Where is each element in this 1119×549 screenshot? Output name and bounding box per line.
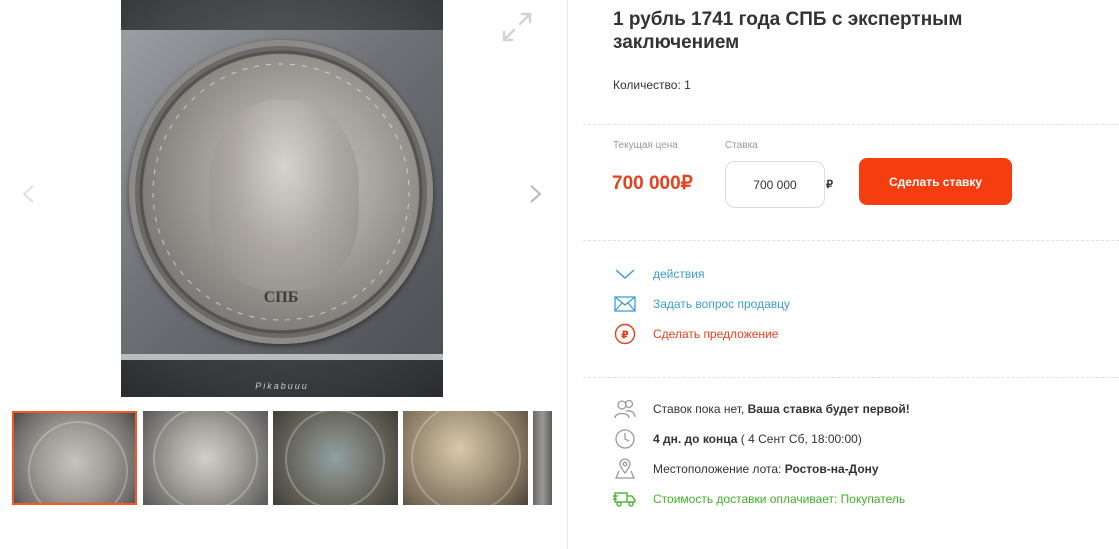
coin-mint-mark: СПБ [264,289,299,306]
current-price-label: Текущая цена [613,140,678,151]
lot-location: Местоположение лота: Ростов-на-Дону [653,462,879,476]
time-remaining: 4 дн. до конца ( 4 Сент Сб, 18:00:00) [653,432,862,446]
thumbnail-strip [12,411,552,506]
time-info: 4 дн. до конца ( 4 Сент Сб, 18:00:00) [612,427,862,451]
ask-seller-link[interactable]: Задать вопрос продавцу [612,293,790,315]
next-photo-arrow-icon[interactable] [524,183,546,205]
panel-divider [567,0,568,549]
users-icon [612,397,638,421]
location-info: Местоположение лота: Ростов-на-Дону [612,457,879,481]
truck-icon [612,487,638,511]
thumbnail-3[interactable] [273,411,398,505]
delivery-payer: Стоимость доставки оплачивает: Покупател… [653,492,906,506]
make-offer-link[interactable]: ₽ Сделать предложение [612,323,778,345]
main-photo[interactable]: СПБ Pikabuuu [121,0,443,397]
lot-title: 1 рубль 1741 года СПБ с экспертным заклю… [613,9,963,53]
chevron-down-icon [612,263,638,285]
fullscreen-icon[interactable] [500,10,534,44]
bids-info: Ставок пока нет, Ваша ставка будет перво… [612,397,910,421]
thumbnail-2[interactable] [143,411,268,505]
thumbnail-1[interactable] [12,411,137,505]
divider [583,124,1119,125]
bid-label: Ставка [725,140,758,151]
svg-text:₽: ₽ [621,329,629,342]
coin-image: СПБ [129,40,433,344]
photo-watermark: Pikabuuu [255,381,309,391]
actions-dropdown[interactable]: действия [612,263,704,285]
ruble-circle-icon: ₽ [612,323,638,345]
divider [583,240,1119,241]
map-pin-icon [612,457,638,481]
clock-icon [612,427,638,451]
current-price: 700 000₽ [612,173,693,194]
bid-currency: ₽ [826,179,833,191]
thumbnail-4[interactable] [403,411,528,505]
delivery-info: Стоимость доставки оплачивает: Покупател… [612,487,905,511]
thumbnail-5[interactable] [533,411,552,505]
coin-legend: СПБ [139,50,423,334]
make-offer-label: Сделать предложение [653,327,779,341]
bid-amount-input[interactable] [725,161,825,208]
bids-status: Ставок пока нет, Ваша ставка будет перво… [653,402,910,416]
place-bid-button[interactable]: Сделать ставку [859,158,1012,205]
divider [583,377,1119,378]
envelope-icon [612,293,638,315]
lot-quantity: Количество: 1 [613,78,691,92]
actions-label: действия [653,267,705,281]
ask-seller-label: Задать вопрос продавцу [653,297,791,311]
photo-gallery: СПБ Pikabuuu [0,0,567,549]
prev-photo-arrow-icon[interactable] [18,183,40,205]
